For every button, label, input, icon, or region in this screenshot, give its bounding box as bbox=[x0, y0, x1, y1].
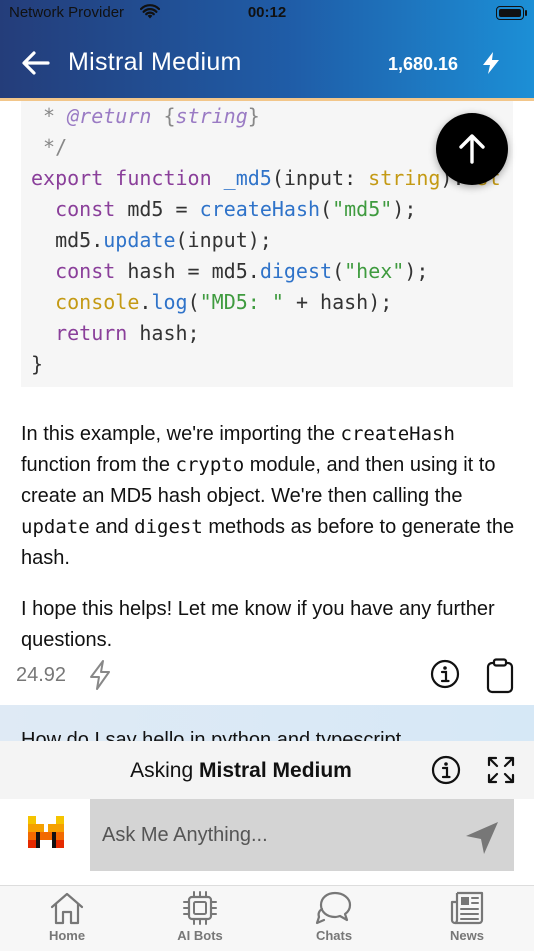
code-line: return hash; bbox=[55, 321, 200, 345]
scroll-to-top-button[interactable] bbox=[436, 113, 508, 185]
home-icon bbox=[50, 892, 84, 925]
tab-bar: Home AI Bots Chats News bbox=[0, 885, 534, 951]
info-button[interactable] bbox=[430, 659, 460, 694]
user-message-text: How do I say hello in python and typescr… bbox=[21, 729, 402, 741]
lightning-bolt-icon bbox=[483, 52, 499, 74]
arrow-left-icon bbox=[22, 51, 50, 75]
code-line: md5.update(input); bbox=[31, 228, 272, 252]
page-title: Mistral Medium bbox=[68, 48, 242, 76]
inline-code: createHash bbox=[340, 423, 455, 445]
tab-chats[interactable]: Chats bbox=[284, 886, 384, 951]
clipboard-icon bbox=[486, 658, 514, 694]
answer-text-segment: function from the bbox=[21, 454, 176, 476]
tab-ai-bots[interactable]: AI Bots bbox=[150, 886, 250, 951]
code-line: export function _md5(input: string): st bbox=[31, 166, 501, 190]
answer-paragraph: I hope this helps! Let me know if you ha… bbox=[21, 598, 495, 651]
newspaper-icon bbox=[450, 891, 484, 925]
credits-balance: 1,680.16 bbox=[388, 54, 459, 74]
bot-answer: In this example, we're importing the cre… bbox=[21, 419, 521, 656]
user-message[interactable]: How do I say hello in python and typescr… bbox=[0, 705, 534, 741]
conversation-scroll-area[interactable]: * @return {string} */ export function _m… bbox=[0, 101, 534, 741]
code-line: console.log("MD5: " + hash); bbox=[55, 290, 393, 314]
code-line: const hash = md5.digest("hex"); bbox=[55, 259, 429, 283]
tab-news[interactable]: News bbox=[417, 886, 517, 951]
answer-paragraph: In this example, we're importing the cre… bbox=[21, 419, 521, 574]
message-input[interactable] bbox=[90, 799, 514, 871]
expand-arrows-icon bbox=[487, 756, 515, 784]
inline-code: crypto bbox=[175, 454, 245, 476]
code-line: const md5 = createHash("md5"); bbox=[55, 197, 417, 221]
expand-button[interactable] bbox=[486, 755, 516, 790]
response-cost: 24.92 bbox=[16, 664, 67, 686]
back-button[interactable] bbox=[20, 48, 52, 78]
info-icon bbox=[430, 659, 460, 689]
tab-home[interactable]: Home bbox=[17, 886, 117, 951]
app-header: Network Provider 00:12 Mistral Medium 1,… bbox=[0, 0, 534, 101]
asking-prefix: Asking bbox=[130, 759, 199, 782]
tab-label: Home bbox=[48, 928, 86, 943]
tab-label: News bbox=[450, 928, 484, 943]
tab-label: Chats bbox=[315, 928, 353, 943]
info-icon bbox=[431, 755, 461, 785]
arrow-up-icon bbox=[459, 134, 485, 164]
code-line: } bbox=[31, 352, 44, 376]
model-info-button[interactable] bbox=[431, 755, 461, 790]
code-line: */ bbox=[31, 135, 68, 159]
chip-icon bbox=[183, 891, 217, 925]
battery-icon bbox=[496, 6, 527, 20]
send-arrow-icon bbox=[466, 822, 498, 854]
inline-code: digest bbox=[134, 516, 203, 538]
send-button[interactable] bbox=[463, 819, 501, 862]
mistral-logo-icon bbox=[28, 816, 64, 848]
code-line: * @return {string} bbox=[31, 104, 260, 128]
lightning-bolt-icon bbox=[90, 660, 110, 690]
asking-bar: Asking Mistral Medium bbox=[0, 741, 534, 799]
composer bbox=[0, 799, 534, 885]
tab-label: AI Bots bbox=[177, 928, 223, 943]
inline-code: update bbox=[21, 516, 90, 538]
answer-text-segment: and bbox=[89, 516, 135, 538]
copy-button[interactable] bbox=[486, 658, 514, 699]
selected-model-name: Mistral Medium bbox=[199, 759, 352, 782]
chat-bubbles-icon bbox=[315, 891, 352, 925]
response-meta: 24.92 bbox=[16, 657, 534, 697]
answer-text-segment: In this example, we're importing the bbox=[21, 423, 341, 445]
clock: 00:12 bbox=[247, 4, 287, 21]
